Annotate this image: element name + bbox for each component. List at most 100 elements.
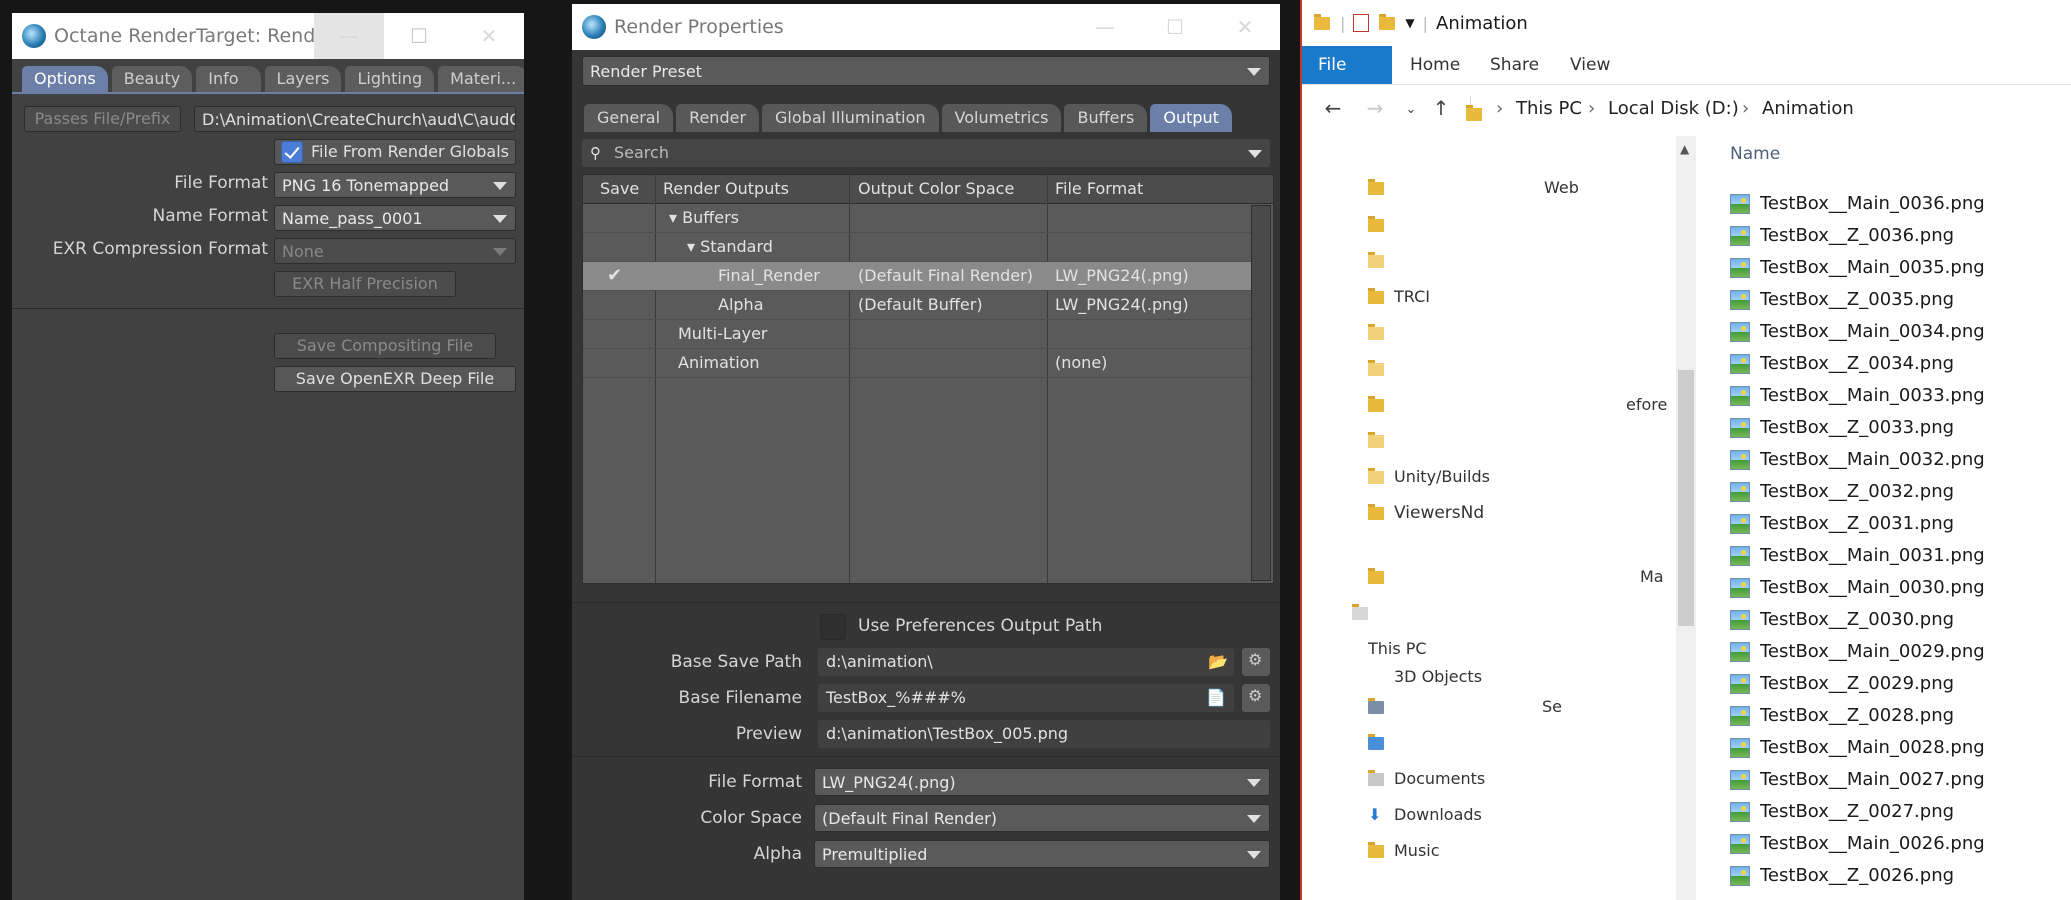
table-row[interactable]: ▾ Buffers: [583, 204, 1251, 233]
close-button[interactable]: ✕: [454, 13, 524, 59]
file-item[interactable]: TestBox__Main_0036.png: [1730, 188, 1985, 220]
scrollbar-thumb[interactable]: [1678, 370, 1694, 626]
nav-item[interactable]: Web: [1368, 173, 1579, 203]
explorer-titlebar[interactable]: | ▼ | Animation: [1302, 0, 2071, 46]
table-row[interactable]: ▾ Standard: [583, 233, 1251, 262]
output-file-format-dropdown[interactable]: LW_PNG24(.png): [814, 768, 1270, 796]
table-row[interactable]: Animation (none): [583, 349, 1251, 378]
col-save[interactable]: Save: [600, 175, 639, 203]
breadcrumb-animation[interactable]: Animation: [1762, 98, 1854, 119]
breadcrumb-chevron-icon[interactable]: ›: [1496, 98, 1503, 119]
tab-materials[interactable]: Materi...: [438, 66, 524, 92]
file-item[interactable]: TestBox__Z_0033.png: [1730, 412, 1954, 444]
file-item[interactable]: TestBox__Main_0027.png: [1730, 764, 1985, 796]
new-folder-icon[interactable]: [1379, 13, 1396, 30]
tab-options[interactable]: Options: [22, 66, 108, 92]
file-item[interactable]: TestBox__Z_0034.png: [1730, 348, 1954, 380]
tab-lighting[interactable]: Lighting: [345, 66, 435, 92]
file-item[interactable]: TestBox__Z_0032.png: [1730, 476, 1954, 508]
file-item[interactable]: TestBox__Z_0028.png: [1730, 700, 1954, 732]
breadcrumb-local-disk[interactable]: Local Disk (D:): [1608, 98, 1739, 119]
ribbon-share-tab[interactable]: Share: [1474, 46, 1555, 84]
file-item[interactable]: TestBox__Main_0034.png: [1730, 316, 1985, 348]
file-item[interactable]: TestBox__Z_0027.png: [1730, 796, 1954, 828]
save-openexr-deep-file-button[interactable]: Save OpenEXR Deep File: [274, 366, 516, 392]
passes-prefix-field[interactable]: D:\Animation\CreateChurch\aud\C\audC: [194, 106, 516, 132]
file-item[interactable]: TestBox__Main_0032.png: [1730, 444, 1985, 476]
check-icon[interactable]: ✔: [607, 262, 622, 290]
file-item[interactable]: TestBox__Z_0035.png: [1730, 284, 1954, 316]
file-item[interactable]: TestBox__Main_0029.png: [1730, 636, 1985, 668]
tab-info[interactable]: Info: [196, 66, 261, 92]
nav-item[interactable]: [1368, 210, 1394, 240]
ribbon-home-tab[interactable]: Home: [1394, 46, 1476, 84]
column-header-name[interactable]: Name: [1730, 144, 1780, 164]
breadcrumb-chevron-icon[interactable]: ›: [1588, 98, 1595, 119]
nav-item[interactable]: TRCI: [1368, 282, 1430, 312]
nav-item[interactable]: [1368, 728, 1394, 758]
file-item[interactable]: TestBox__Z_0029.png: [1730, 668, 1954, 700]
properties-icon[interactable]: [1353, 14, 1370, 32]
ribbon-view-tab[interactable]: View: [1554, 46, 1626, 84]
folder-open-icon[interactable]: 📂: [1208, 648, 1228, 676]
file-item[interactable]: TestBox__Z_0030.png: [1730, 604, 1954, 636]
file-item[interactable]: TestBox__Z_0031.png: [1730, 508, 1954, 540]
tab-beauty[interactable]: Beauty: [111, 66, 193, 92]
scroll-up-icon[interactable]: ▲: [1680, 142, 1689, 156]
table-row[interactable]: Multi-Layer: [583, 320, 1251, 349]
navigation-scrollbar[interactable]: ▲: [1676, 136, 1696, 900]
search-input[interactable]: ⚲ Search: [582, 139, 1270, 167]
base-save-path-input[interactable]: d:\animation\ 📂: [818, 648, 1234, 676]
render-preset-dropdown[interactable]: Render Preset: [582, 56, 1270, 86]
breadcrumb-this-pc[interactable]: This PC: [1516, 98, 1582, 119]
tab-output[interactable]: Output: [1150, 104, 1232, 132]
back-arrow-icon[interactable]: ←: [1316, 96, 1350, 120]
nav-item[interactable]: ⬇ Downloads: [1368, 800, 1482, 830]
col-output-color-space[interactable]: Output Color Space: [858, 175, 1014, 203]
tab-volumetrics[interactable]: Volumetrics: [941, 104, 1062, 132]
tab-render[interactable]: Render: [676, 104, 760, 132]
nav-item[interactable]: Music: [1368, 836, 1440, 866]
exr-half-precision-button[interactable]: EXR Half Precision: [274, 271, 456, 297]
save-compositing-file-button[interactable]: Save Compositing File: [274, 333, 496, 359]
name-format-dropdown[interactable]: Name_pass_0001: [274, 205, 516, 231]
chevron-down-icon[interactable]: ▼: [1405, 16, 1414, 30]
tab-general[interactable]: General: [584, 104, 674, 132]
recent-locations-icon[interactable]: ⌄: [1394, 102, 1428, 117]
nav-item[interactable]: Unity/Builds: [1368, 462, 1490, 492]
base-filename-input[interactable]: TestBox_%###% 📄: [818, 684, 1234, 712]
table-row[interactable]: ✔ Final_Render (Default Final Render) LW…: [583, 262, 1251, 291]
table-row[interactable]: Alpha (Default Buffer) LW_PNG24(.png): [583, 291, 1251, 320]
nav-item[interactable]: [1368, 318, 1394, 348]
exr-compression-dropdown[interactable]: None: [274, 238, 516, 264]
maximize-button[interactable]: ☐: [1140, 4, 1210, 50]
forward-arrow-icon[interactable]: →: [1358, 96, 1392, 120]
file-from-globals-checkbox[interactable]: [281, 141, 303, 163]
breadcrumb-chevron-icon[interactable]: ›: [1742, 98, 1749, 119]
file-icon[interactable]: 📄: [1206, 684, 1226, 712]
nav-item[interactable]: efore: [1368, 390, 1667, 420]
col-render-outputs[interactable]: Render Outputs: [663, 175, 789, 203]
close-button[interactable]: ✕: [1210, 4, 1280, 50]
minimize-button[interactable]: —: [1070, 4, 1140, 50]
nav-item-this-pc[interactable]: This PC: [1352, 634, 1427, 664]
table-scrollbar[interactable]: [1251, 205, 1271, 581]
file-item[interactable]: TestBox__Main_0026.png: [1730, 828, 1985, 860]
tab-buffers[interactable]: Buffers: [1064, 104, 1148, 132]
up-arrow-icon[interactable]: ↑: [1424, 96, 1458, 120]
file-item[interactable]: TestBox__Main_0028.png: [1730, 732, 1985, 764]
tab-layers[interactable]: Layers: [264, 66, 342, 92]
file-item[interactable]: TestBox__Main_0031.png: [1730, 540, 1985, 572]
file-item[interactable]: TestBox__Main_0035.png: [1730, 252, 1985, 284]
ribbon-file-tab[interactable]: File: [1302, 46, 1392, 84]
col-file-format[interactable]: File Format: [1055, 175, 1143, 203]
nav-item[interactable]: Ma: [1368, 562, 1664, 592]
path-options-button[interactable]: ⚙: [1242, 648, 1270, 676]
nav-item[interactable]: [1368, 246, 1394, 276]
file-item[interactable]: TestBox__Main_0033.png: [1730, 380, 1985, 412]
nav-item[interactable]: ViewersNd: [1368, 498, 1484, 528]
nav-item[interactable]: 3D Objects: [1368, 662, 1482, 692]
alpha-dropdown[interactable]: Premultiplied: [814, 840, 1270, 868]
file-from-render-globals-toggle[interactable]: File From Render Globals: [274, 139, 516, 165]
file-item[interactable]: TestBox__Z_0026.png: [1730, 860, 1954, 892]
